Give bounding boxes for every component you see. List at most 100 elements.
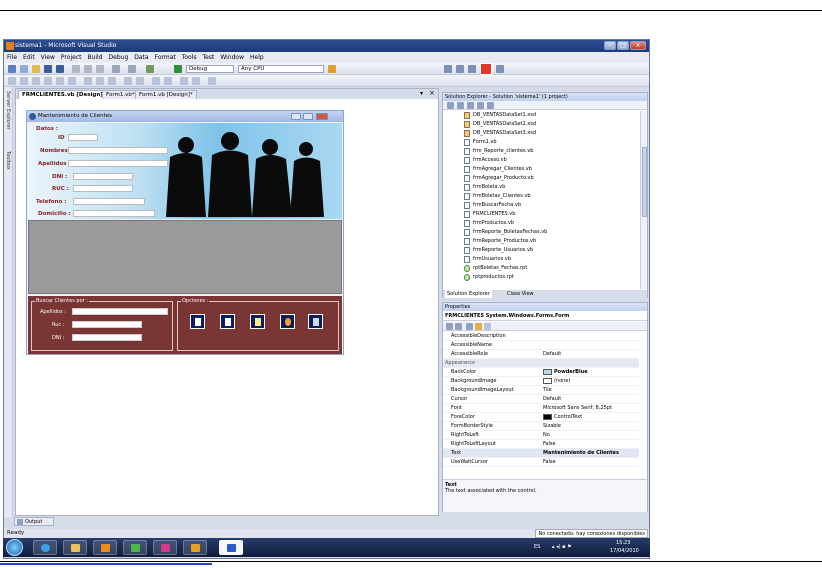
property-category[interactable]: Appearance [443, 359, 639, 368]
dni-field[interactable] [73, 173, 133, 180]
scroll-thumb[interactable] [642, 147, 647, 217]
open-file-icon[interactable] [32, 65, 40, 73]
taskbar-media-player[interactable] [93, 540, 117, 555]
tab-form1-code[interactable]: Form1.vb* [102, 90, 139, 99]
ruc-field[interactable] [73, 185, 133, 192]
taskbar-visual-studio[interactable] [183, 540, 207, 555]
tree-item[interactable]: rptBoletas_Fechas.rpt [464, 264, 527, 273]
menu-build[interactable]: Build [84, 52, 105, 63]
view-code-icon[interactable] [477, 102, 484, 109]
tree-item[interactable]: DB_VENTASDataSet3.xsd [464, 129, 536, 138]
clock-time[interactable]: 15:23 [616, 540, 630, 546]
new-project-icon[interactable] [8, 65, 16, 73]
delete-client-button[interactable] [280, 314, 295, 329]
taskbar-word[interactable] [219, 540, 243, 555]
alphabetical-icon[interactable] [455, 323, 462, 330]
make-same-width-icon[interactable] [84, 77, 92, 85]
start-button[interactable] [6, 539, 23, 556]
domicilio-field[interactable] [73, 210, 155, 217]
close-button[interactable]: × [630, 41, 646, 50]
solution-scrollbar[interactable] [640, 111, 647, 289]
save-all-icon[interactable] [56, 65, 64, 73]
menu-format[interactable]: Format [152, 52, 179, 63]
language-indicator[interactable]: ES [534, 544, 540, 550]
menu-project[interactable]: Project [58, 52, 85, 63]
exit-button[interactable] [308, 314, 323, 329]
property-row[interactable]: RightToLeft No [443, 431, 639, 440]
menu-tools[interactable]: Tools [179, 52, 200, 63]
nombres-field[interactable] [68, 147, 168, 154]
tree-item[interactable]: DB_VENTASDataSet2.xsd [464, 120, 536, 129]
center-horizontally-icon[interactable] [152, 77, 160, 85]
edit-client-button[interactable] [250, 314, 265, 329]
property-value-cell[interactable]: Tile [543, 386, 639, 395]
property-row[interactable]: Cursor Default [443, 395, 639, 404]
menu-test[interactable]: Test [200, 52, 218, 63]
config-dropdown[interactable]: Debug [186, 65, 234, 73]
start-debugging-icon[interactable] [174, 65, 182, 73]
events-icon[interactable] [475, 323, 482, 330]
property-value-cell[interactable]: Microsoft Sans Serif; 8,25pt [543, 404, 639, 413]
object-selector[interactable]: FRMCLIENTES System.Windows.Forms.Form [443, 311, 647, 321]
property-row[interactable]: AccessibleName [443, 341, 639, 350]
tree-item[interactable]: frmProductos.vb [464, 219, 514, 228]
property-row[interactable]: Font Microsoft Sans Serif; 8,25pt [443, 404, 639, 413]
property-value-cell[interactable]: PowderBlue [543, 368, 639, 377]
align-middles-icon[interactable] [56, 77, 64, 85]
new-client-button[interactable] [190, 314, 205, 329]
align-bottoms-icon[interactable] [68, 77, 76, 85]
align-lefts-icon[interactable] [8, 77, 16, 85]
refresh-icon[interactable] [467, 102, 474, 109]
property-value-cell[interactable]: False [543, 458, 639, 467]
tree-item[interactable]: FRMCLIENTES.vb [464, 210, 515, 219]
menu-file[interactable]: File [4, 52, 20, 63]
tab-order-icon[interactable] [208, 77, 216, 85]
property-value-cell[interactable]: Mantenimiento de Clientes [543, 449, 639, 458]
menu-data[interactable]: Data [131, 52, 151, 63]
taskbar-explorer[interactable] [63, 540, 87, 555]
maximize-button[interactable]: □ [617, 41, 629, 50]
property-row[interactable]: BackgroundImage (none) [443, 377, 639, 386]
tree-item[interactable]: frmUsuarios.vb [464, 255, 511, 264]
close-document-icon[interactable]: × [429, 89, 435, 97]
tree-item[interactable]: frmBoleta.vb [464, 183, 505, 192]
output-tab[interactable]: Output [14, 517, 54, 526]
toolbox-tab[interactable]: Toolbox [5, 151, 11, 170]
menu-help[interactable]: Help [247, 52, 267, 63]
copy-icon[interactable] [84, 65, 92, 73]
property-value-cell[interactable]: Default [543, 395, 639, 404]
show-all-files-icon[interactable] [457, 102, 464, 109]
tree-item[interactable]: frmReporte_BoletasFechas.vb [464, 228, 547, 237]
property-row[interactable]: ForeColor ControlText [443, 413, 639, 422]
minimize-button[interactable]: – [604, 41, 616, 50]
telefono-field[interactable] [73, 198, 145, 205]
property-pages-icon[interactable] [484, 323, 491, 330]
cut-icon[interactable] [72, 65, 80, 73]
tab-solution-explorer[interactable]: Solution Explorer [445, 290, 492, 298]
tab-dropdown-icon[interactable]: ▾ [420, 90, 423, 97]
vertical-spacing-icon[interactable] [136, 77, 144, 85]
taskbar-app[interactable] [153, 540, 177, 555]
menu-debug[interactable]: Debug [106, 52, 132, 63]
designer-form[interactable]: Mantenimiento de Clientes Datos : ID Nom… [26, 110, 344, 355]
tree-item[interactable]: frmAgregar_Clientes.vb [464, 165, 532, 174]
tree-item[interactable]: rptproductos.rpt [464, 273, 514, 282]
view-designer-icon[interactable] [487, 102, 494, 109]
search-dni-field[interactable] [72, 334, 142, 341]
properties-view-icon[interactable] [466, 323, 473, 330]
navigate-icon[interactable] [146, 65, 154, 73]
property-value-cell[interactable]: ControlText [543, 413, 639, 422]
search-ruc-field[interactable] [72, 321, 142, 328]
property-value-cell[interactable]: (none) [543, 377, 639, 386]
add-item-icon[interactable] [20, 65, 28, 73]
menu-view[interactable]: View [38, 52, 58, 63]
property-row[interactable]: RightToLeftLayout False [443, 440, 639, 449]
tree-item[interactable]: frmAcceso.vb [464, 156, 507, 165]
tree-item[interactable]: Form1.vb [464, 138, 497, 147]
server-explorer-tab[interactable]: Server Explorer [5, 91, 11, 130]
platform-dropdown[interactable]: Any CPU [238, 65, 324, 73]
title-bar[interactable]: sistema1 - Microsoft Visual Studio – □ × [4, 40, 649, 52]
taskbar-ie[interactable] [33, 540, 57, 555]
scroll-down-icon[interactable] [480, 63, 492, 75]
tab-class-view[interactable]: Class View [505, 290, 536, 298]
